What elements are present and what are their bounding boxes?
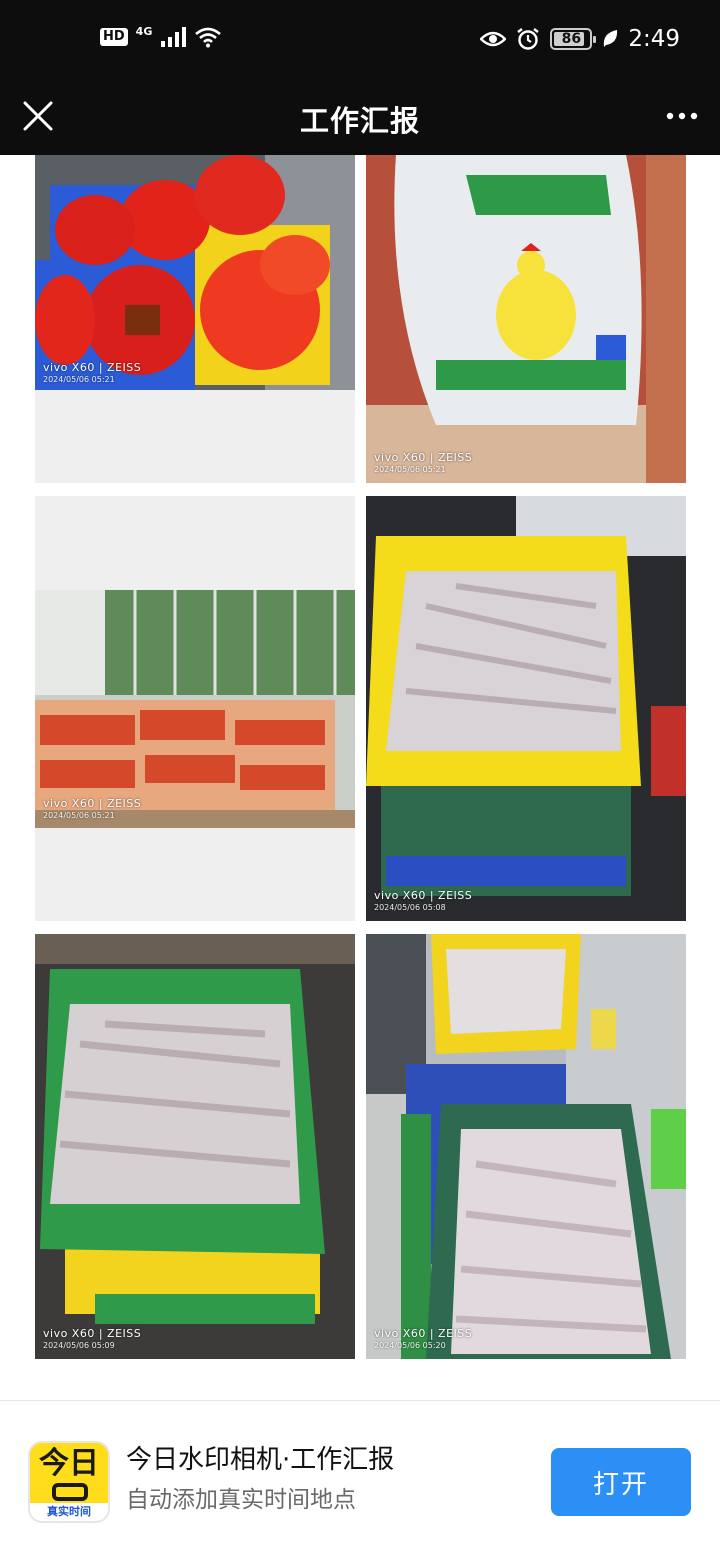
watermark: vivo X60 | ZEISS 2024/05/06 05:08 xyxy=(374,889,472,913)
photo-image xyxy=(366,155,686,483)
watermark-brand: vivo X60 | ZEISS xyxy=(43,797,142,810)
clock: 2:49 xyxy=(628,26,680,52)
photo-tile[interactable]: vivo X60 | ZEISS 2024/05/06 05:20 xyxy=(366,934,686,1359)
network-label: 4G xyxy=(135,24,153,38)
more-icon[interactable] xyxy=(662,96,702,136)
hd-badge: HD xyxy=(100,28,128,46)
watermark-time: 2024/05/06 05:21 xyxy=(43,375,115,384)
battery-icon: 86 xyxy=(550,28,597,50)
photo-tile[interactable]: vivo X60 | ZEISS 2024/05/06 05:21 xyxy=(35,155,355,483)
photo-tile[interactable]: vivo X60 | ZEISS 2024/05/06 05:09 xyxy=(35,934,355,1359)
signal-icon xyxy=(161,27,187,47)
photo-tile[interactable]: vivo X60 | ZEISS 2024/05/06 05:21 xyxy=(35,496,355,921)
photo-image xyxy=(35,934,355,1359)
photo-tile[interactable]: vivo X60 | ZEISS 2024/05/06 05:08 xyxy=(366,496,686,921)
banner-title: 今日水印相机·工作汇报 xyxy=(126,1445,395,1475)
watermark: vivo X60 | ZEISS 2024/05/06 05:21 xyxy=(43,797,141,821)
watermark: vivo X60 | ZEISS 2024/05/06 05:20 xyxy=(374,1327,472,1351)
app-icon[interactable]: 今日 真实时间 xyxy=(28,1441,110,1523)
watermark: vivo X60 | ZEISS 2024/05/06 05:21 xyxy=(374,451,472,475)
page-title: 工作汇报 xyxy=(299,104,420,138)
watermark-time: 2024/05/06 05:21 xyxy=(374,465,446,474)
watermark-time: 2024/05/06 05:08 xyxy=(374,903,446,912)
leaf-icon xyxy=(604,30,618,47)
watermark: vivo X60 | ZEISS 2024/05/06 05:09 xyxy=(43,1327,141,1351)
photo-image xyxy=(366,934,686,1359)
eye-icon xyxy=(480,31,507,47)
watermark-brand: vivo X60 | ZEISS xyxy=(374,1327,473,1340)
photo-image xyxy=(366,496,686,921)
watermark-time: 2024/05/06 05:09 xyxy=(43,1341,115,1350)
watermark-brand: vivo X60 | ZEISS xyxy=(374,889,473,902)
wifi-icon xyxy=(195,27,222,48)
app-promo-banner[interactable]: 今日 真实时间 今日水印相机·工作汇报 自动添加真实时间地点 打开 xyxy=(0,1401,720,1560)
open-button[interactable]: 打开 xyxy=(551,1448,691,1516)
banner-subtitle: 自动添加真实时间地点 xyxy=(126,1487,356,1513)
alarm-icon xyxy=(517,28,540,50)
status-left: HD 4G xyxy=(100,26,222,48)
watermark-time: 2024/05/06 05:21 xyxy=(43,811,115,820)
battery-level: 86 xyxy=(561,31,582,47)
nav-bar: 工作汇报 xyxy=(0,82,720,155)
camera-icon xyxy=(52,1483,88,1501)
photo-image xyxy=(35,155,355,390)
close-icon[interactable] xyxy=(18,96,58,136)
watermark: vivo X60 | ZEISS 2024/05/06 05:21 xyxy=(43,361,141,385)
status-bar: HD 4G 86 2:49 xyxy=(0,0,720,82)
status-right: 86 2:49 xyxy=(480,26,680,52)
watermark-time: 2024/05/06 05:20 xyxy=(374,1341,446,1350)
photo-image xyxy=(35,590,355,828)
photo-tile[interactable]: vivo X60 | ZEISS 2024/05/06 05:21 xyxy=(366,155,686,483)
app-icon-text: 今日 xyxy=(39,1446,99,1481)
watermark-brand: vivo X60 | ZEISS xyxy=(374,451,473,464)
app-icon-strip: 真实时间 xyxy=(30,1503,108,1521)
watermark-brand: vivo X60 | ZEISS xyxy=(43,361,142,374)
watermark-brand: vivo X60 | ZEISS xyxy=(43,1327,142,1340)
